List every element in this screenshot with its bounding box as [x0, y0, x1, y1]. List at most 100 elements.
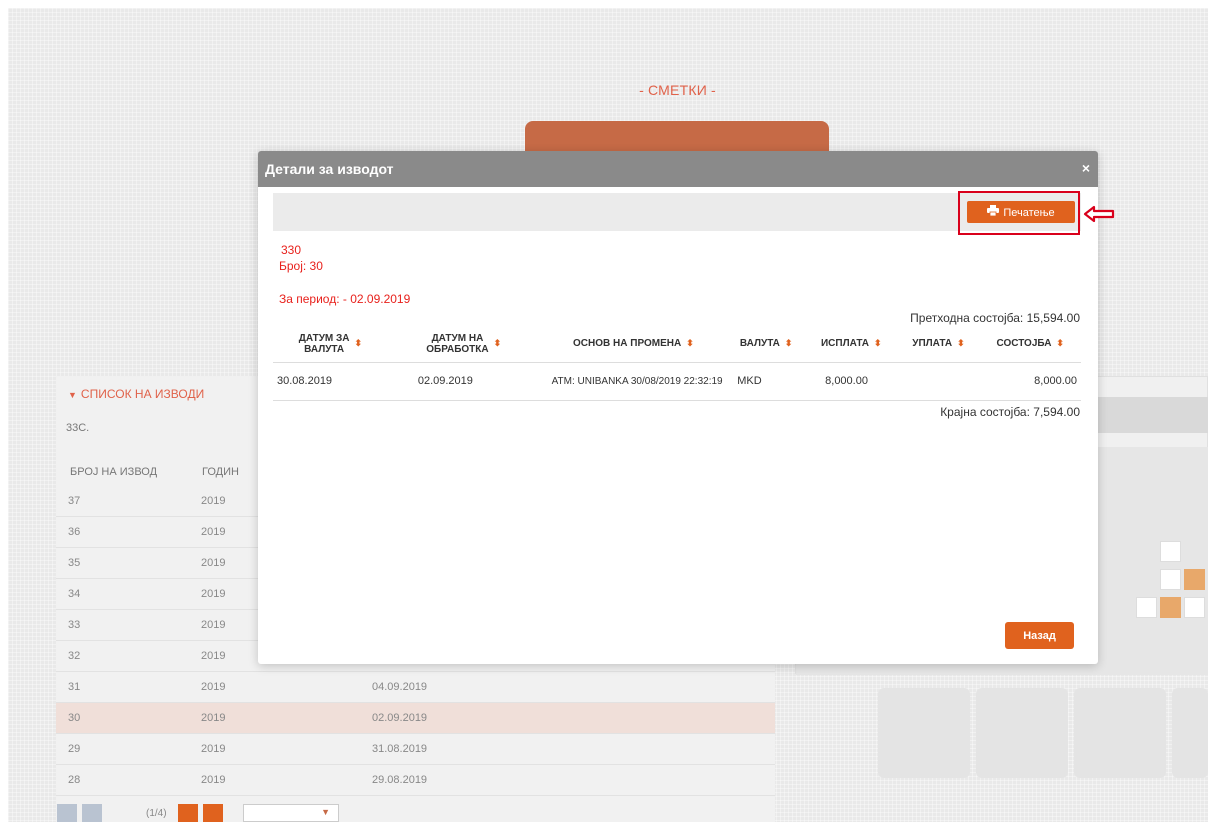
bottom-tiles [878, 688, 1208, 822]
last-page-button[interactable] [203, 804, 223, 822]
table-row-selected[interactable]: 30 2019 02.09.2019 [56, 703, 775, 734]
sort-icon: ⬍ [784, 338, 793, 349]
row-year: 2019 [201, 681, 226, 693]
decorative-tile [1160, 569, 1181, 590]
page-title: - СМЕТКИ - [639, 82, 716, 98]
header-text: ВАЛУТА [304, 343, 345, 355]
row-year: 2019 [201, 712, 226, 724]
table-row[interactable]: 30.08.2019 02.09.2019 ATM: UNIBANKA 30/0… [273, 362, 1081, 401]
row-number: 36 [68, 526, 81, 538]
cell-currency: MKD [727, 362, 806, 401]
statement-details-modal: Детали за изводот × Печатење 330 Број: 3… [258, 151, 1115, 664]
row-number: 31 [68, 681, 81, 693]
header-text: УПЛАТА [912, 338, 953, 350]
header-text: ОБРАБОТКА [426, 343, 489, 355]
sort-icon: ⬍ [874, 338, 882, 349]
column-header-year[interactable]: ГОДИН [202, 466, 239, 478]
header-text: СОСТОЈБА [996, 338, 1052, 350]
decorative-tile [1074, 688, 1166, 778]
decorative-tile [1172, 688, 1208, 778]
print-button[interactable]: Печатење [967, 201, 1075, 223]
page-size-select[interactable]: ▼ [243, 804, 339, 822]
account-number: 330 [281, 243, 302, 257]
row-year: 2019 [201, 619, 226, 631]
sort-icon: ⬍ [354, 338, 363, 349]
column-header-debit[interactable]: ИСПЛАТА ⬍ [805, 326, 898, 363]
page-indicator: (1/4) [146, 808, 167, 819]
column-header-currency[interactable]: ВАЛУТА ⬍ [727, 326, 806, 363]
row-year: 2019 [201, 526, 226, 538]
column-header-basis[interactable]: ОСНОВ НА ПРОМЕНА ⬍ [539, 326, 728, 363]
statement-number: Број: 30 [279, 259, 323, 273]
pager: (1/4) ▼ [0, 804, 400, 822]
row-year: 2019 [201, 495, 226, 507]
ending-balance: Крајна состојба: 7,594.00 [940, 405, 1080, 419]
header-text: ДАТУМ НА [431, 332, 484, 344]
decorative-tile [1160, 541, 1181, 562]
arrow-left-icon [1083, 205, 1115, 223]
transactions-table: ДАТУМ ЗА ВАЛУТА⬍ ДАТУМ НА ОБРАБОТКА⬍ ОСНОВ… [273, 326, 1081, 401]
cell-processing-date: 02.09.2019 [387, 362, 540, 401]
row-year: 2019 [201, 588, 226, 600]
printer-icon [987, 202, 1000, 224]
close-icon[interactable]: × [1082, 160, 1090, 176]
row-number: 34 [68, 588, 81, 600]
decorative-tile [1184, 597, 1205, 618]
back-button[interactable]: Назад [1005, 622, 1074, 649]
statement-list-title: СПИСОК НА ИЗВОДИ [80, 387, 205, 401]
previous-balance: Претходна состојба: 15,594.00 [910, 311, 1080, 325]
row-number: 35 [68, 557, 81, 569]
decorative-tile [1160, 597, 1181, 618]
row-number: 29 [68, 743, 81, 755]
table-row[interactable]: 28 2019 29.08.2019 [56, 765, 775, 796]
column-header-credit[interactable]: УПЛАТА ⬍ [897, 326, 980, 363]
row-year: 2019 [201, 650, 226, 662]
cell-value-date: 30.08.2019 [273, 362, 388, 401]
row-number: 30 [68, 712, 81, 724]
table-row[interactable]: 31 2019 04.09.2019 [56, 672, 775, 703]
next-page-button[interactable] [178, 804, 198, 822]
chevron-down-icon: ▼ [321, 807, 330, 817]
sort-icon: ⬍ [1056, 338, 1064, 349]
sort-icon: ⬍ [686, 338, 694, 349]
prev-page-button[interactable] [82, 804, 102, 822]
modal-title: Детали за изводот [265, 161, 394, 177]
row-date: 29.08.2019 [372, 774, 428, 786]
row-number: 33 [68, 619, 81, 631]
cell-debit: 8,000.00 [805, 362, 898, 401]
print-button-label: Печатење [1003, 207, 1055, 219]
row-year: 2019 [201, 743, 226, 755]
column-header-number[interactable]: БРОЈ НА ИЗВОД [70, 466, 157, 478]
decorative-tile [878, 688, 970, 778]
header-text: ОСНОВ НА ПРОМЕНА [573, 338, 682, 350]
header-text: ИСПЛАТА [820, 338, 870, 350]
decorative-tile [1136, 597, 1157, 618]
row-date: 02.09.2019 [372, 712, 428, 724]
first-page-button[interactable] [57, 804, 77, 822]
collapse-triangle-icon: ▼ [68, 390, 77, 400]
cell-basis: ATM: UNIBANKA 30/08/2019 22:32:19 [539, 362, 728, 401]
row-date: 04.09.2019 [372, 681, 428, 693]
statement-list-header[interactable]: ▼ СПИСОК НА ИЗВОДИ [68, 387, 204, 401]
decorative-tile [1184, 569, 1205, 590]
column-header-processing-date[interactable]: ДАТУМ НА ОБРАБОТКА ⬍ [387, 326, 540, 363]
row-date: 31.08.2019 [372, 743, 428, 755]
cell-credit [897, 362, 980, 401]
header-text: ВАЛУТА [739, 338, 780, 350]
column-header-value-date[interactable]: ДАТУМ ЗА ВАЛУТА ⬍ [273, 326, 388, 363]
row-year: 2019 [201, 557, 226, 569]
sort-icon: ⬍ [957, 338, 965, 349]
account-selector[interactable]: 33C. [66, 422, 89, 434]
statement-period: За период: - 02.09.2019 [279, 292, 411, 306]
column-header-balance[interactable]: СОСТОЈБА ⬍ [979, 326, 1081, 363]
row-number: 37 [68, 495, 81, 507]
decorative-tile [976, 688, 1068, 778]
row-number: 32 [68, 650, 81, 662]
row-number: 28 [68, 774, 81, 786]
sort-icon: ⬍ [493, 338, 502, 349]
table-row[interactable]: 29 2019 31.08.2019 [56, 734, 775, 765]
cell-balance: 8,000.00 [979, 362, 1081, 401]
header-text: ДАТУМ ЗА [298, 332, 350, 344]
modal-titlebar: Детали за изводот × [258, 151, 1098, 187]
row-year: 2019 [201, 774, 226, 786]
